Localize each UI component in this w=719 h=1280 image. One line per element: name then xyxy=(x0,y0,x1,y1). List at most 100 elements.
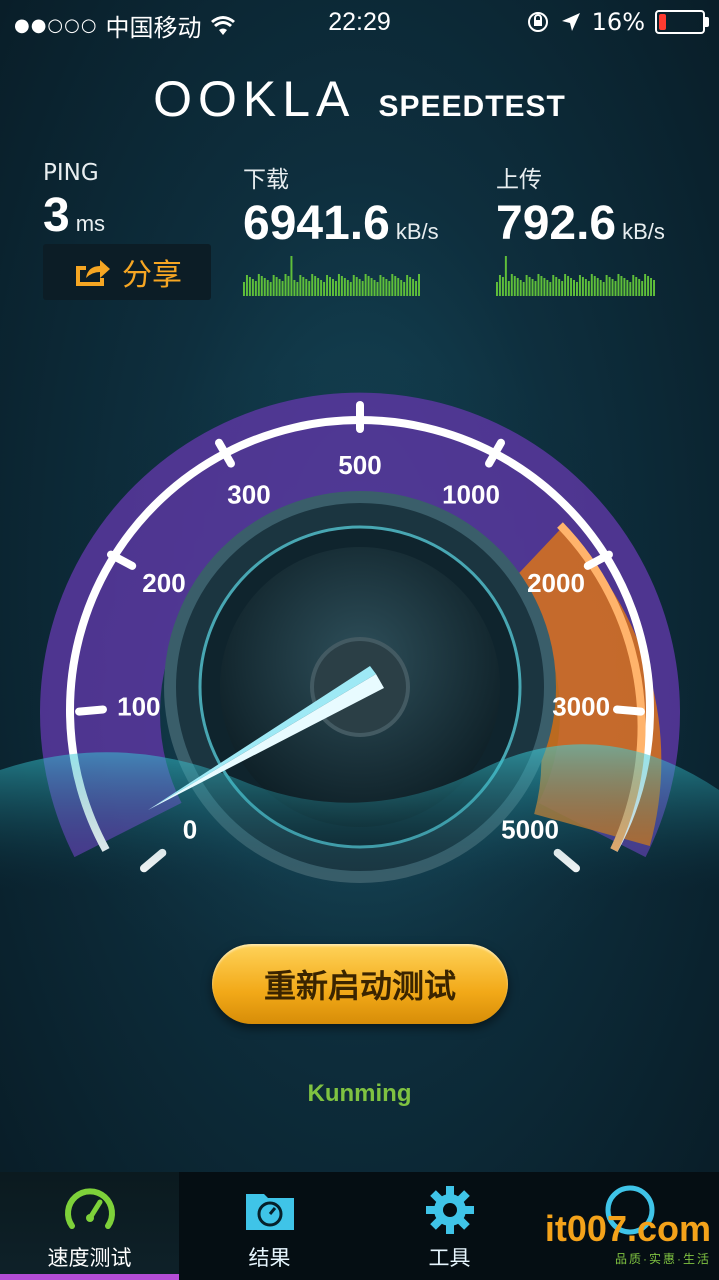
graph-bar xyxy=(293,280,296,296)
gauge-tick-label: 5000 xyxy=(501,815,559,845)
gauge-tick-label: 0 xyxy=(183,815,197,845)
graph-bar xyxy=(367,276,370,296)
server-location[interactable]: Kunming xyxy=(0,1080,719,1108)
graph-bar xyxy=(412,279,415,296)
graph-bar xyxy=(614,281,617,296)
graph-bar xyxy=(531,279,534,296)
graph-bar xyxy=(578,275,581,296)
graph-bar xyxy=(326,275,329,296)
graph-bar xyxy=(534,281,537,296)
graph-bar xyxy=(602,282,605,296)
graph-bar xyxy=(528,277,531,296)
graph-bar xyxy=(391,274,394,296)
ping-unit: ms xyxy=(75,211,106,236)
graph-bar xyxy=(570,278,573,296)
graph-bar xyxy=(611,279,614,296)
tab-tools-label: 工具 xyxy=(428,1246,471,1270)
graph-bar xyxy=(617,274,620,296)
graph-bar xyxy=(314,276,317,296)
download-graph xyxy=(243,256,420,296)
graph-bar xyxy=(596,278,599,296)
graph-bar xyxy=(576,282,578,296)
graph-bar xyxy=(406,275,409,296)
graph-bar xyxy=(564,274,567,296)
graph-bar xyxy=(361,281,364,296)
graph-bar xyxy=(245,275,248,296)
gauge-tick-label: 200 xyxy=(142,568,185,598)
gauge-tick-label: 2000 xyxy=(527,568,585,598)
graph-bar xyxy=(337,274,340,296)
graph-bar xyxy=(251,279,254,296)
graph-bar xyxy=(263,278,266,296)
restart-test-button[interactable]: 重新启动测试 xyxy=(212,944,508,1024)
graph-bar xyxy=(629,282,632,296)
download-unit: kB/s xyxy=(395,219,439,244)
download-value: 6941.6 xyxy=(243,197,390,250)
graph-bar xyxy=(376,282,379,296)
folder-results-icon xyxy=(245,1194,294,1230)
graph-bar xyxy=(549,282,552,296)
graph-bar xyxy=(364,274,367,296)
graph-bar xyxy=(632,275,635,296)
graph-bar xyxy=(311,274,314,296)
graph-bar xyxy=(501,277,504,296)
graph-bar xyxy=(525,275,528,296)
graph-bar xyxy=(269,282,272,296)
graph-bar xyxy=(275,277,278,296)
watermark-logo: it007.com 品质·实惠·生活 xyxy=(545,1208,711,1267)
graph-bar xyxy=(385,279,388,296)
gauge-tick-label: 1000 xyxy=(442,480,500,510)
graph-bar xyxy=(355,277,358,296)
rotation-lock-icon xyxy=(527,12,548,32)
upload-stat: 上传 792.6 kB/s xyxy=(496,160,665,251)
graph-bar xyxy=(382,277,385,296)
share-button[interactable]: 分享 xyxy=(43,244,211,300)
graph-bar xyxy=(302,277,305,296)
tab-speed-test-label: 速度测试 xyxy=(47,1246,132,1270)
graph-bar xyxy=(519,280,522,296)
watermark-text: it007.com xyxy=(544,1208,711,1249)
graph-bar xyxy=(248,277,251,296)
graph-bar xyxy=(415,281,418,296)
graph-bar xyxy=(266,280,269,296)
graph-bar xyxy=(329,277,331,296)
graph-bar xyxy=(507,281,510,296)
graph-bar xyxy=(284,274,287,296)
upload-value: 792.6 xyxy=(496,197,617,250)
graph-bar xyxy=(626,280,629,296)
graph-bar xyxy=(260,276,263,296)
graph-bar xyxy=(546,280,549,296)
share-label: 分享 xyxy=(122,258,182,293)
graph-bar xyxy=(352,275,355,296)
graph-bar xyxy=(403,282,406,296)
graph-bar xyxy=(278,279,281,296)
tab-results[interactable]: 结果 xyxy=(180,1172,359,1280)
share-icon xyxy=(76,260,110,286)
download-label: 下载 xyxy=(243,167,289,193)
battery-percent: 16% xyxy=(591,8,645,36)
graph-bar xyxy=(287,276,290,296)
graph-bar xyxy=(638,279,641,296)
tab-tools[interactable]: 工具 xyxy=(360,1172,539,1280)
graph-bar xyxy=(317,278,320,296)
graph-bar xyxy=(605,275,608,296)
graph-bar xyxy=(418,274,420,296)
graph-bar xyxy=(308,281,311,296)
gear-icon xyxy=(425,1186,474,1234)
graph-bar xyxy=(561,281,564,296)
graph-bar xyxy=(522,282,525,296)
graph-bar xyxy=(343,278,346,296)
graph-bar xyxy=(358,279,361,296)
ping-value: 3 xyxy=(43,189,70,242)
tab-speed-test[interactable]: 速度测试 xyxy=(0,1172,179,1280)
graph-bar xyxy=(340,276,343,296)
graph-bar xyxy=(641,281,644,296)
graph-bar xyxy=(581,277,584,296)
upload-label: 上传 xyxy=(496,167,542,193)
graph-bar xyxy=(320,280,323,296)
graph-bar xyxy=(510,274,513,296)
graph-bar xyxy=(334,281,337,296)
graph-bar xyxy=(608,277,611,296)
upload-unit: kB/s xyxy=(622,219,665,244)
graph-bar xyxy=(257,274,260,296)
